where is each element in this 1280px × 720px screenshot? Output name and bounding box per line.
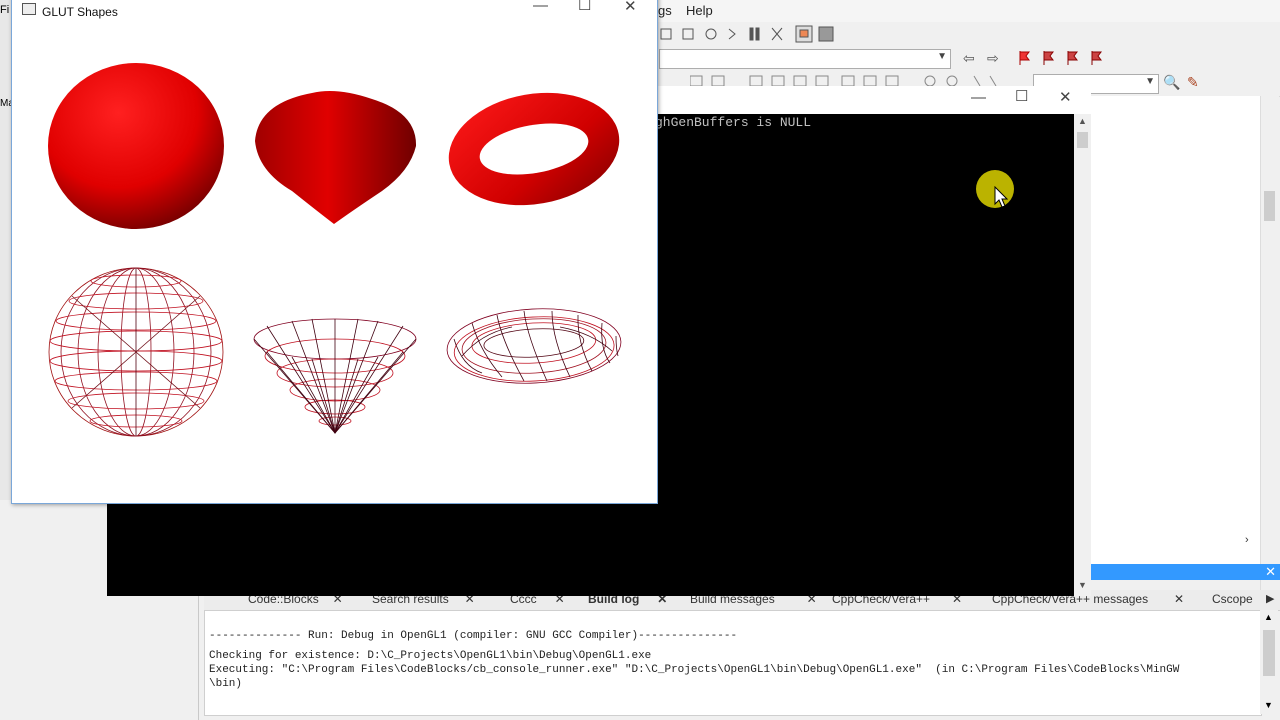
solid-torus bbox=[448, 92, 620, 206]
console-title-bar[interactable]: — ☐ ✕ bbox=[655, 86, 1091, 114]
maximize-icon[interactable]: ☐ bbox=[578, 0, 591, 14]
search-icon[interactable]: 🔍 bbox=[1163, 74, 1180, 91]
console-scrollbar[interactable]: ▲ ▼ bbox=[1074, 114, 1091, 596]
wire-torus bbox=[446, 308, 622, 384]
window-title: GLUT Shapes bbox=[42, 5, 118, 19]
tab-cscope[interactable]: Cscope bbox=[1196, 590, 1253, 609]
chevron-down-icon[interactable]: ▼ bbox=[1145, 76, 1155, 87]
minimize-icon[interactable]: — bbox=[533, 0, 548, 14]
file-menu-partial[interactable]: Fi bbox=[0, 4, 9, 16]
solid-sphere bbox=[48, 63, 224, 229]
close-icon[interactable]: ✕ bbox=[1059, 88, 1072, 106]
log-line: -------------- Run: Debug in OpenGL1 (co… bbox=[209, 630, 738, 642]
tab-label: Cscope bbox=[1212, 592, 1253, 606]
glut-window[interactable]: GLUT Shapes — ☐ ✕ bbox=[11, 0, 658, 504]
bookmark-icons[interactable] bbox=[1017, 50, 1107, 66]
wire-cone bbox=[253, 318, 417, 434]
function-combo[interactable]: ▼ bbox=[659, 49, 951, 69]
panel-header-band: ✕ bbox=[1090, 564, 1280, 580]
scrollbar-thumb[interactable] bbox=[1264, 191, 1275, 221]
console-output: ghGenBuffers is NULL bbox=[655, 115, 812, 130]
menu-help[interactable]: Help bbox=[686, 3, 713, 18]
build-log-output: -------------- Run: Debug in OpenGL1 (co… bbox=[204, 610, 1262, 716]
log-line: \bin) bbox=[209, 678, 243, 690]
solid-cone bbox=[255, 91, 417, 224]
log-line: Executing: "C:\Program Files\CodeBlocks/… bbox=[209, 664, 1180, 676]
forward-arrow-icon[interactable]: ⇨ bbox=[987, 50, 999, 67]
settings-tools-icon[interactable]: ✎ bbox=[1187, 74, 1199, 91]
wire-sphere bbox=[48, 267, 224, 437]
menu-settings[interactable]: gs bbox=[658, 3, 672, 18]
right-panel: › bbox=[1090, 96, 1263, 564]
log-scrollbar[interactable]: ▲ ▼ bbox=[1260, 610, 1278, 714]
log-line: Checking for existence: D:\C_Projects\Op… bbox=[209, 650, 652, 662]
scroll-down-icon[interactable]: ▼ bbox=[1264, 700, 1273, 710]
search-toolbar: ▼ ⇦ ⇨ bbox=[655, 46, 1280, 70]
scrollbar-thumb[interactable] bbox=[1077, 132, 1088, 148]
mouse-cursor-icon bbox=[994, 186, 1009, 208]
scrollbar-thumb[interactable] bbox=[1263, 630, 1275, 676]
back-arrow-icon[interactable]: ⇦ bbox=[963, 50, 975, 67]
glut-canvas bbox=[48, 63, 622, 437]
app-icon bbox=[22, 3, 36, 15]
menu-bar: gs Help bbox=[655, 0, 1280, 23]
chevron-right-icon[interactable]: ▶ bbox=[1266, 592, 1274, 605]
close-icon[interactable]: ✕ bbox=[1265, 564, 1276, 580]
scroll-up-icon[interactable]: ▲ bbox=[1078, 116, 1087, 126]
glut-title-bar[interactable]: GLUT Shapes — ☐ ✕ bbox=[12, 0, 657, 21]
debug-toolbar-icons bbox=[660, 25, 834, 43]
debug-toolbar bbox=[655, 22, 1280, 46]
scroll-down-icon[interactable]: ▼ bbox=[1078, 580, 1087, 590]
chevron-right-icon[interactable]: › bbox=[1245, 534, 1249, 546]
minimize-icon[interactable]: — bbox=[971, 89, 986, 106]
close-icon[interactable]: ✕ bbox=[624, 0, 637, 15]
chevron-down-icon[interactable]: ▼ bbox=[937, 51, 947, 62]
maximize-icon[interactable]: ☐ bbox=[1015, 87, 1028, 105]
scroll-up-icon[interactable]: ▲ bbox=[1264, 612, 1273, 622]
close-icon[interactable]: ✕ bbox=[1174, 590, 1184, 609]
